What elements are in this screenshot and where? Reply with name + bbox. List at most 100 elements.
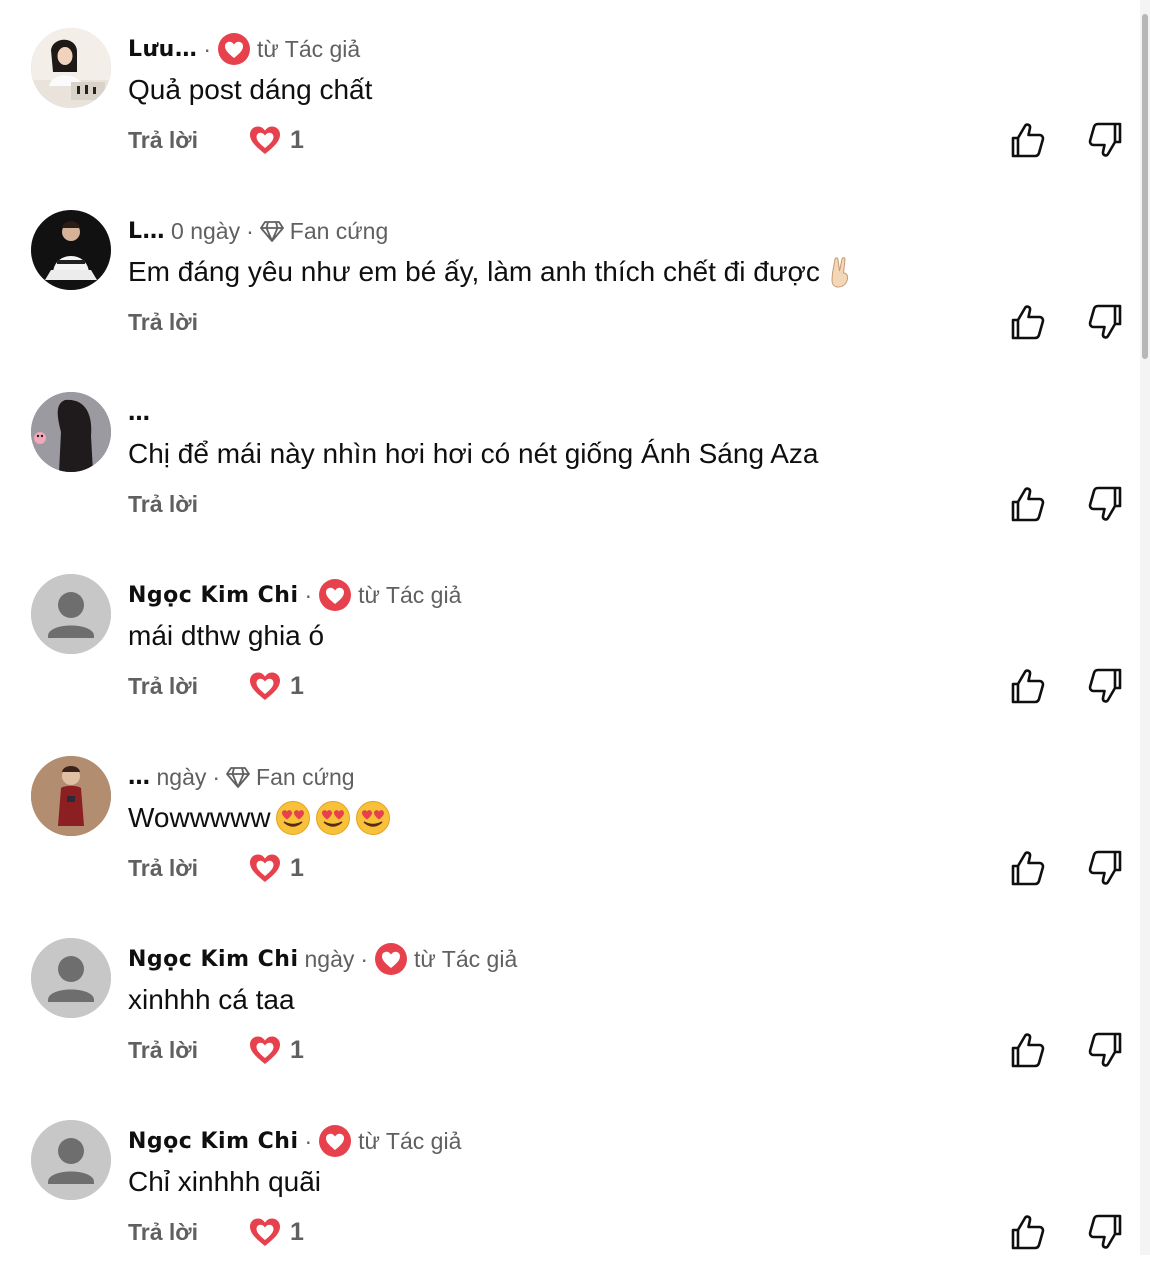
comment-item: … ngày · Fan cứng Wowwwww Trả lời 1 — [0, 728, 1140, 910]
comment-actions: Trả lời 1 — [128, 1028, 304, 1072]
reply-button[interactable]: Trả lời — [128, 127, 198, 154]
comment-text: Em đáng yêu như em bé ấy, làm anh thích … — [128, 252, 860, 292]
comment-time[interactable]: ngày — [157, 764, 207, 791]
separator-dot: · — [246, 217, 254, 244]
thumbs-down-icon — [1088, 1032, 1122, 1067]
victory-hand-emoji — [831, 257, 848, 288]
comment-item: L… 0 ngày · Fan cứng Em đáng yêu như em bé ấ… — [0, 182, 1140, 364]
comment-meta: Ngọc Kim Chi · từ Tác giả — [128, 579, 462, 611]
badge-label: Fan cứng — [289, 217, 389, 244]
reply-button[interactable]: Trả lời — [128, 491, 198, 518]
comment-time[interactable]: 0 ngày — [171, 218, 240, 245]
separator-dot: · — [304, 1127, 313, 1154]
avatar[interactable] — [31, 28, 111, 108]
avatar[interactable] — [31, 938, 111, 1018]
comment-meta: Ngọc Kim Chi · từ Tác giả — [128, 1125, 462, 1157]
scrollbar-thumb[interactable] — [1142, 14, 1148, 359]
comment-meta: Ngọc Kim Chi ngày · từ Tác giả — [128, 943, 517, 975]
avatar[interactable] — [31, 210, 111, 290]
dislike-button[interactable] — [1084, 482, 1128, 526]
avatar[interactable] — [31, 1120, 111, 1200]
thumbs-up-icon — [1011, 669, 1045, 704]
author-name[interactable]: Ngọc Kim Chi — [128, 1129, 299, 1154]
like-button[interactable] — [1005, 300, 1049, 344]
heart-count-value: 1 — [290, 125, 304, 154]
comment-item: Ngọc Kim Chi · từ Tác giả Chỉ xinhhh quãi Tr… — [0, 1092, 1140, 1274]
author-name[interactable]: … — [128, 401, 151, 426]
comment-text: Chỉ xinhhh quãi — [128, 1162, 321, 1202]
comment-body: xinhhh cá taa — [128, 984, 295, 1015]
comment-item: … Chị để mái này nhìn hơi hơi có nét giốn… — [0, 364, 1140, 546]
like-button[interactable] — [1005, 664, 1049, 708]
creator-heart-icon — [319, 1125, 352, 1157]
dislike-button[interactable] — [1084, 118, 1128, 162]
avatar[interactable] — [31, 756, 111, 836]
separator-dot: · — [304, 581, 313, 608]
comment-actions: Trả lời 1 — [128, 1210, 304, 1254]
heart-count-value: 1 — [290, 1217, 304, 1246]
heart-count-value: 1 — [290, 1035, 304, 1064]
comment-body: Wowwwww — [128, 802, 271, 833]
like-button[interactable] — [1005, 118, 1049, 162]
comment-feed: Lưu… · từ Tác giả Quả post dáng chất Trả lời… — [0, 0, 1140, 1255]
comment-meta: … — [128, 398, 151, 428]
dislike-button[interactable] — [1084, 300, 1128, 344]
comment-actions: Trả lời 1 — [128, 118, 304, 162]
author-name[interactable]: L… — [128, 219, 165, 244]
thumbs-down-icon — [1088, 122, 1122, 157]
thumbs-down-icon — [1088, 304, 1122, 339]
reply-button[interactable]: Trả lời — [128, 673, 198, 700]
comment-text: Wowwwww — [128, 798, 391, 838]
reply-button[interactable]: Trả lời — [128, 1037, 198, 1064]
comment-body: Em đáng yêu như em bé ấy, làm anh thích … — [128, 256, 820, 287]
comment-text: mái dthw ghia ó — [128, 616, 324, 656]
comment-meta: L… 0 ngày · Fan cứng — [128, 216, 388, 246]
author-name[interactable]: Lưu… — [128, 37, 197, 62]
badge-label: từ Tác giả — [358, 1127, 462, 1154]
diamond-icon — [259, 221, 284, 242]
like-button[interactable] — [1005, 1028, 1049, 1072]
creator-heart: 1 — [248, 1033, 304, 1067]
comment-meta: Lưu… · từ Tác giả — [128, 33, 360, 65]
reply-button[interactable]: Trả lời — [128, 855, 198, 882]
comment-body: Quả post dáng chất — [128, 74, 373, 105]
avatar[interactable] — [31, 392, 111, 472]
heart-icon — [250, 126, 281, 154]
thumbs-down-icon — [1088, 850, 1122, 885]
like-button[interactable] — [1005, 846, 1049, 890]
creator-heart-icon — [375, 943, 408, 975]
dislike-button[interactable] — [1084, 1028, 1128, 1072]
creator-heart-icon — [319, 579, 352, 611]
author-name[interactable]: Ngọc Kim Chi — [128, 947, 299, 972]
reply-button[interactable]: Trả lời — [128, 1219, 198, 1246]
comment-actions: Trả lời 1 — [128, 664, 304, 708]
like-button[interactable] — [1005, 482, 1049, 526]
separator-dot: · — [212, 763, 221, 790]
dislike-button[interactable] — [1084, 846, 1128, 890]
comment-item: Lưu… · từ Tác giả Quả post dáng chất Trả lời… — [0, 0, 1140, 182]
creator-heart: 1 — [248, 851, 304, 885]
reply-button[interactable]: Trả lời — [128, 309, 198, 336]
badge-label: Fan cứng — [256, 763, 355, 790]
heart-icon — [250, 1036, 281, 1064]
thumbs-up-icon — [1011, 123, 1045, 158]
separator-dot: · — [360, 945, 369, 972]
comment-time[interactable]: ngày — [305, 946, 355, 973]
creator-heart: 1 — [248, 1215, 304, 1249]
thumbs-down-icon — [1088, 668, 1122, 703]
thumbs-up-icon — [1011, 487, 1045, 522]
author-name[interactable]: … — [128, 765, 151, 790]
like-button[interactable] — [1005, 1210, 1049, 1254]
badge-label: từ Tác giả — [358, 581, 462, 608]
thumbs-up-icon — [1011, 1033, 1045, 1068]
dislike-button[interactable] — [1084, 664, 1128, 708]
scrollbar[interactable] — [1140, 0, 1150, 1255]
dislike-button[interactable] — [1084, 1210, 1128, 1254]
comment-body: mái dthw ghia ó — [128, 620, 325, 651]
author-name[interactable]: Ngọc Kim Chi — [128, 583, 299, 608]
creator-heart: 1 — [248, 123, 304, 157]
avatar[interactable] — [31, 574, 111, 654]
thumbs-up-icon — [1011, 305, 1045, 340]
creator-heart: 1 — [248, 669, 304, 703]
creator-heart-icon — [218, 33, 251, 65]
